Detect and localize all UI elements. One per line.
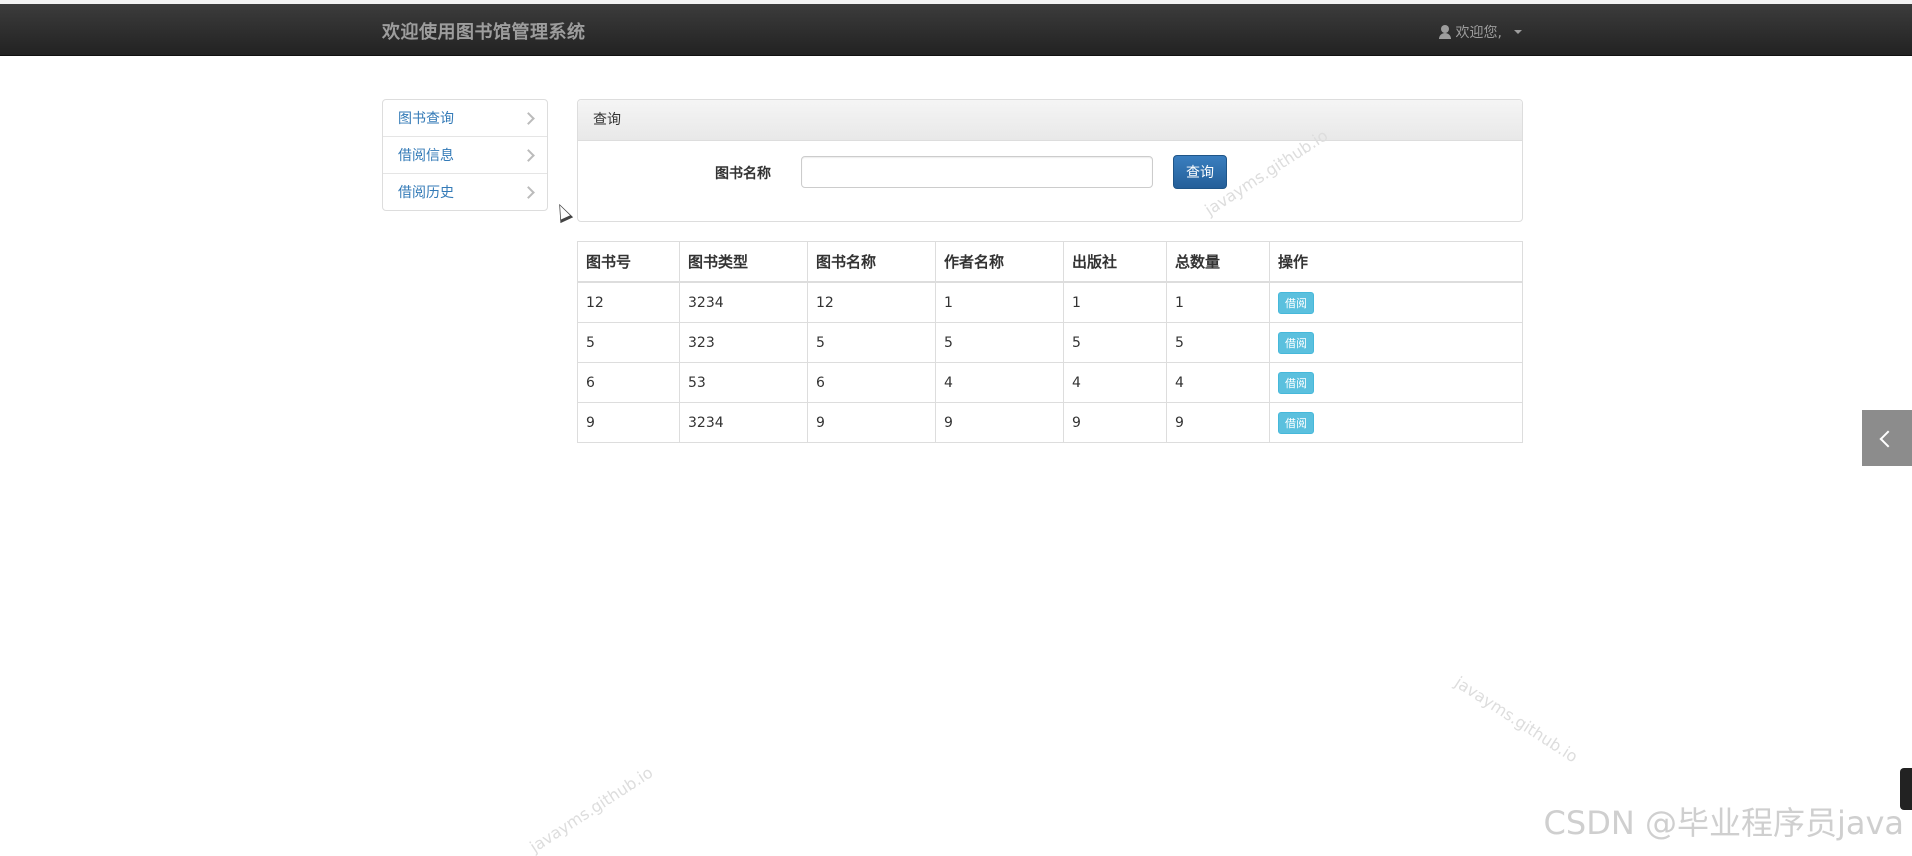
cell-total: 1	[1166, 281, 1270, 323]
cell-action: 借阅	[1269, 402, 1523, 443]
cell-author: 1	[935, 281, 1064, 323]
sidebar: 图书查询 借阅信息 借阅历史	[382, 99, 548, 211]
borrow-button[interactable]: 借阅	[1278, 371, 1314, 394]
book-name-label: 图书名称	[715, 166, 771, 182]
brand-title[interactable]: 欢迎使用图书馆管理系统	[382, 18, 586, 44]
watermark-text: javayms.github.io	[526, 762, 657, 856]
chevron-left-icon	[1879, 430, 1897, 448]
query-panel-body: 图书名称 查询	[578, 141, 1522, 221]
sidebar-item-borrow-info[interactable]: 借阅信息	[383, 137, 547, 174]
book-name-input[interactable]	[801, 156, 1153, 188]
table-row: 12 3234 12 1 1 1 借阅	[577, 281, 1523, 323]
user-greeting: 欢迎您,	[1455, 25, 1502, 41]
cell-author: 5	[935, 322, 1064, 363]
cell-book-type: 3234	[679, 402, 808, 443]
chevron-right-icon	[522, 111, 535, 125]
column-header: 作者名称	[935, 241, 1064, 283]
borrow-button[interactable]: 借阅	[1278, 331, 1314, 354]
cell-book-id: 5	[577, 322, 680, 363]
cell-publisher: 9	[1063, 402, 1167, 443]
navbar: 欢迎使用图书馆管理系统 欢迎您,	[0, 4, 1912, 56]
chevron-right-icon	[522, 185, 535, 199]
cell-book-type: 53	[679, 362, 808, 403]
sidebar-item-book-search[interactable]: 图书查询	[383, 100, 547, 137]
column-header: 图书名称	[807, 241, 936, 283]
books-table: 图书号 图书类型 图书名称 作者名称 出版社 总数量 操作 12 3234 12…	[577, 241, 1523, 443]
cell-action: 借阅	[1269, 281, 1523, 323]
query-panel-title: 查询	[578, 100, 1522, 141]
table-header-row: 图书号 图书类型 图书名称 作者名称 出版社 总数量 操作	[577, 241, 1523, 283]
side-collapse-tab[interactable]	[1862, 410, 1912, 466]
column-header: 总数量	[1166, 241, 1270, 283]
cell-book-name: 5	[807, 322, 936, 363]
column-header: 图书类型	[679, 241, 808, 283]
borrow-button[interactable]: 借阅	[1278, 411, 1314, 434]
query-button[interactable]: 查询	[1173, 155, 1227, 189]
cell-book-type: 3234	[679, 281, 808, 323]
cell-publisher: 5	[1063, 322, 1167, 363]
chevron-right-icon	[522, 148, 535, 162]
cell-book-name: 6	[807, 362, 936, 403]
cell-book-name: 12	[807, 281, 936, 323]
watermark-text: javayms.github.io	[1451, 672, 1582, 767]
table-row: 9 3234 9 9 9 9 借阅	[577, 402, 1523, 443]
borrow-button[interactable]: 借阅	[1278, 291, 1314, 314]
cell-book-id: 6	[577, 362, 680, 403]
user-icon	[1438, 25, 1452, 39]
cell-book-name: 9	[807, 402, 936, 443]
table-row: 6 53 6 4 4 4 借阅	[577, 362, 1523, 403]
cell-publisher: 1	[1063, 281, 1167, 323]
csdn-watermark: CSDN @毕业程序员java	[1543, 804, 1904, 842]
mouse-cursor-icon	[552, 200, 574, 224]
cell-action: 借阅	[1269, 362, 1523, 403]
cell-total: 9	[1166, 402, 1270, 443]
cell-author: 4	[935, 362, 1064, 403]
column-header: 出版社	[1063, 241, 1167, 283]
sidebar-item-label: 借阅信息	[398, 148, 454, 164]
table-row: 5 323 5 5 5 5 借阅	[577, 322, 1523, 363]
caret-down-icon	[1514, 30, 1522, 34]
column-header: 操作	[1269, 241, 1523, 283]
sidebar-item-label: 图书查询	[398, 111, 454, 127]
sidebar-item-borrow-history[interactable]: 借阅历史	[383, 174, 547, 210]
cell-action: 借阅	[1269, 322, 1523, 363]
column-header: 图书号	[577, 241, 680, 283]
user-menu[interactable]: 欢迎您,	[1438, 22, 1522, 42]
sidebar-item-label: 借阅历史	[398, 185, 454, 201]
query-panel: 查询 图书名称 查询	[577, 99, 1523, 222]
cell-book-id: 12	[577, 281, 680, 323]
cell-total: 5	[1166, 322, 1270, 363]
cell-publisher: 4	[1063, 362, 1167, 403]
cell-book-type: 323	[679, 322, 808, 363]
cell-book-id: 9	[577, 402, 680, 443]
cell-total: 4	[1166, 362, 1270, 403]
cell-author: 9	[935, 402, 1064, 443]
